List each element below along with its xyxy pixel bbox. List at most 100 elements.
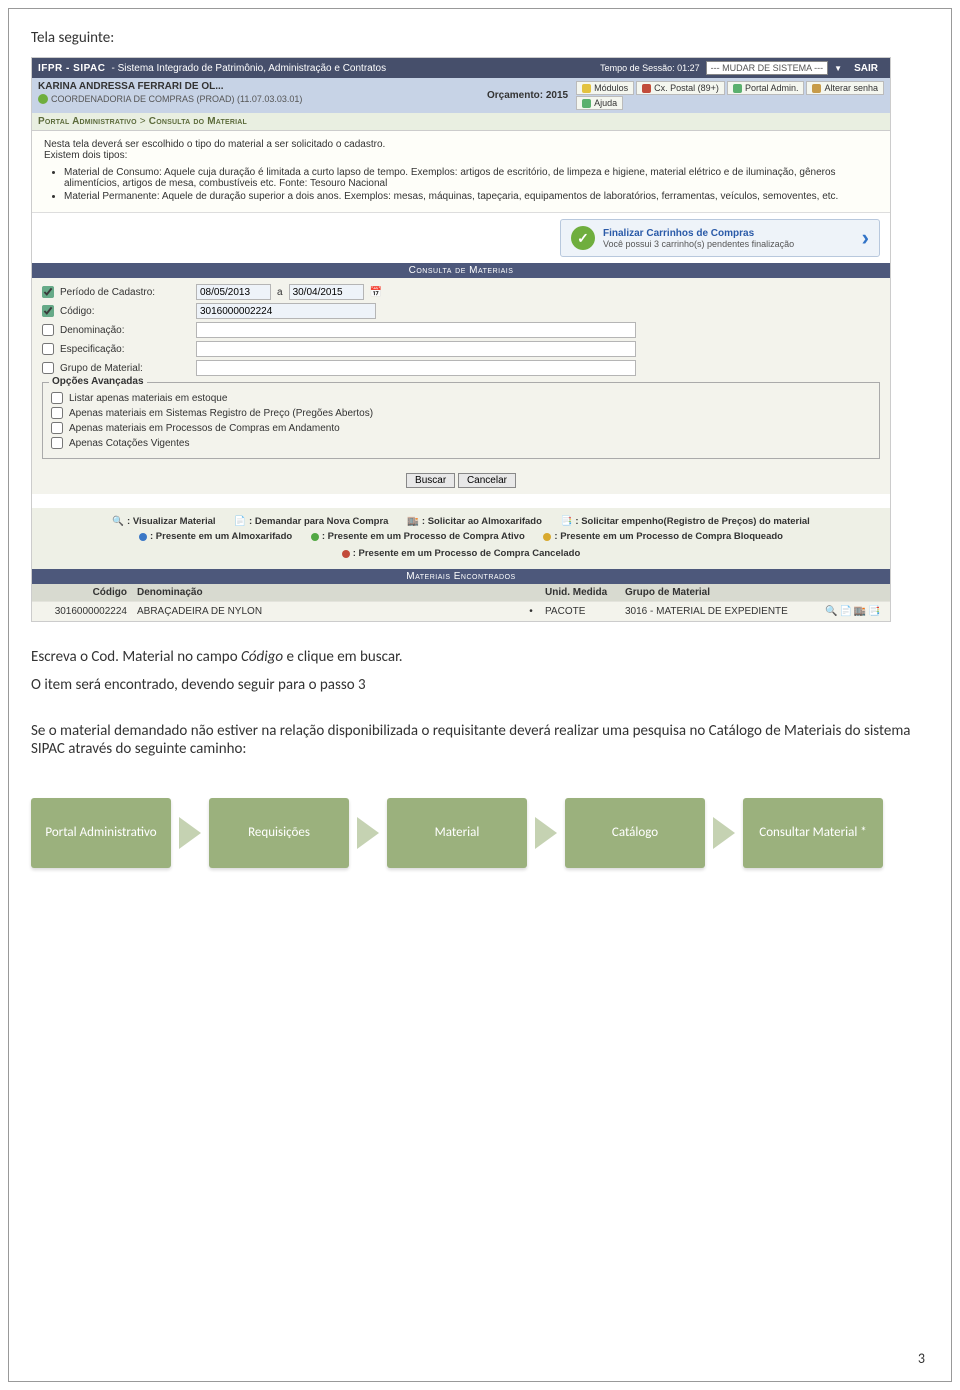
red-dot-icon <box>342 550 350 558</box>
codigo-label: Código: <box>60 306 190 317</box>
op-cotacoes-vigentes-checkbox[interactable] <box>51 437 63 449</box>
cell-status-dot: • <box>522 601 540 621</box>
cell-denominacao: ABRAÇADEIRA DE NYLON <box>132 601 522 621</box>
denominacao-input[interactable] <box>196 322 636 338</box>
modules-label: Módulos <box>594 83 628 93</box>
portal-icon <box>733 84 742 93</box>
warehouse-icon: 🏬 <box>407 514 419 529</box>
user-org-label: COORDENADORIA DE COMPRAS (PROAD) (11.07.… <box>51 94 302 104</box>
modules-button[interactable]: Módulos <box>576 81 634 95</box>
results-table: Código Denominação Unid. Medida Grupo de… <box>32 584 890 621</box>
info-bullet-consumo: Material de Consumo: Aquele cuja duração… <box>64 167 878 189</box>
change-password-label: Alterar senha <box>824 83 878 93</box>
legend-red: : Presente em um Processo de Compra Canc… <box>353 546 581 561</box>
denominacao-label: Denominação: <box>60 325 190 336</box>
yellow-dot-icon <box>543 533 551 541</box>
cart-subtitle: Você possui 3 carrinho(s) pendentes fina… <box>603 239 794 249</box>
grupo-label: Grupo de Material: <box>60 363 190 374</box>
especificacao-checkbox[interactable] <box>42 343 54 355</box>
check-icon: ✓ <box>571 226 595 250</box>
grupo-checkbox[interactable] <box>42 362 54 374</box>
header-subbar: KARINA ANDRESSA FERRARI DE OL... COORDEN… <box>32 78 890 113</box>
op-estoque-checkbox[interactable] <box>51 392 63 404</box>
legend-view: : Visualizar Material <box>127 514 216 529</box>
app-name: IFPR - SIPAC <box>38 63 105 74</box>
blue-dot-icon <box>139 533 147 541</box>
demand-icon: 📄 <box>234 514 246 529</box>
breadcrumb-root[interactable]: Portal Administrativo <box>38 116 137 127</box>
key-icon <box>812 84 821 93</box>
op-processo-andamento-label: Apenas materiais em Processos de Compras… <box>69 423 340 434</box>
periodo-to-input[interactable] <box>289 284 364 300</box>
periodo-checkbox[interactable] <box>42 286 54 298</box>
session-timer: Tempo de Sessão: 01:27 <box>600 63 700 73</box>
cell-grupo: 3016 - MATERIAL DE EXPEDIENTE <box>620 601 820 621</box>
flow-step-portal: Portal Administrativo <box>31 798 171 868</box>
user-name: KARINA ANDRESSA FERRARI DE OL... <box>38 81 487 92</box>
mailbox-button[interactable]: Cx. Postal (89+) <box>636 81 725 95</box>
row-actions[interactable]: 🔍📄🏬📑 <box>820 601 890 621</box>
instr-p3: Se o material demandado não estiver na r… <box>31 722 929 758</box>
user-org: COORDENADORIA DE COMPRAS (PROAD) (11.07.… <box>38 94 487 104</box>
budget-year: Orçamento: 2015 <box>487 90 568 101</box>
especificacao-label: Especificação: <box>60 344 190 355</box>
advanced-options-fieldset: Opções Avançadas Listar apenas materiais… <box>42 382 880 459</box>
search-form: Período de Cadastro: a 📅 Código: Denomin… <box>32 278 890 467</box>
denominacao-checkbox[interactable] <box>42 324 54 336</box>
th-denominacao: Denominação <box>132 584 522 602</box>
change-password-button[interactable]: Alterar senha <box>806 81 884 95</box>
flow-arrow-icon <box>713 817 735 849</box>
flow-step-requisicoes: Requisições <box>209 798 349 868</box>
search-header: Consulta de Materiais <box>32 263 890 278</box>
page-number: 3 <box>918 1350 925 1367</box>
app-titlebar: IFPR - SIPAC - Sistema Integrado de Patr… <box>32 58 890 78</box>
flow-arrow-icon <box>357 817 379 849</box>
finalize-cart-callout[interactable]: ✓ Finalizar Carrinhos de Compras Você po… <box>560 219 880 257</box>
flow-arrow-icon <box>535 817 557 849</box>
mail-icon <box>642 84 651 93</box>
th-unid-medida: Unid. Medida <box>540 584 620 602</box>
system-switch-select[interactable]: --- MUDAR DE SISTEMA --- <box>706 61 829 75</box>
cart-title: Finalizar Carrinhos de Compras <box>603 228 754 239</box>
periodo-from-input[interactable] <box>196 284 271 300</box>
instr-p1b: Código <box>241 648 283 666</box>
cell-unid: PACOTE <box>540 601 620 621</box>
cancelar-button[interactable]: Cancelar <box>458 473 516 488</box>
instr-p1c: e clique em buscar. <box>283 648 402 666</box>
help-icon <box>582 99 591 108</box>
modules-icon <box>582 84 591 93</box>
page-frame: Tela seguinte: IFPR - SIPAC - Sistema In… <box>8 8 952 1382</box>
sipac-screenshot: IFPR - SIPAC - Sistema Integrado de Patr… <box>31 57 891 622</box>
legend-yellow: : Presente em um Processo de Compra Bloq… <box>554 529 783 544</box>
op-processo-andamento-checkbox[interactable] <box>51 422 63 434</box>
especificacao-input[interactable] <box>196 341 636 357</box>
th-grupo: Grupo de Material <box>620 584 820 602</box>
table-row: 3016000002224 ABRAÇADEIRA DE NYLON • PAC… <box>32 601 890 621</box>
grupo-input[interactable] <box>196 360 636 376</box>
buscar-button[interactable]: Buscar <box>406 473 455 488</box>
section-heading: Tela seguinte: <box>31 29 929 47</box>
portal-admin-button[interactable]: Portal Admin. <box>727 81 805 95</box>
op-registro-preco-label: Apenas materiais em Sistemas Registro de… <box>69 408 373 419</box>
help-label: Ajuda <box>594 98 617 108</box>
chevron-right-icon: › <box>862 225 869 251</box>
app-subtitle: - Sistema Integrado de Patrimônio, Admin… <box>111 63 386 74</box>
help-button[interactable]: Ajuda <box>576 96 623 110</box>
codigo-checkbox[interactable] <box>42 305 54 317</box>
calendar-icon[interactable]: 📅 <box>370 287 382 298</box>
flow-step-catalogo: Catálogo <box>565 798 705 868</box>
op-cotacoes-vigentes-label: Apenas Cotações Vigentes <box>69 438 189 449</box>
legend-warehouse: : Solicitar ao Almoxarifado <box>422 514 542 529</box>
legend-demand: : Demandar para Nova Compra <box>249 514 388 529</box>
periodo-label: Período de Cadastro: <box>60 287 190 298</box>
logout-button[interactable]: SAIR <box>848 62 884 75</box>
navigation-flow: Portal Administrativo Requisições Materi… <box>31 798 929 868</box>
breadcrumb: Portal Administrativo > Consulta do Mate… <box>32 113 890 131</box>
instr-p1a: Escreva o Cod. Material no campo <box>31 648 241 666</box>
legend-empenho: : Solicitar empenho(Registro de Preços) … <box>575 514 809 529</box>
breadcrumb-current: Consulta do Material <box>149 116 247 127</box>
op-registro-preco-checkbox[interactable] <box>51 407 63 419</box>
green-dot-icon <box>311 533 319 541</box>
legend-blue: : Presente em um Almoxarifado <box>150 529 292 544</box>
codigo-input[interactable] <box>196 303 376 319</box>
